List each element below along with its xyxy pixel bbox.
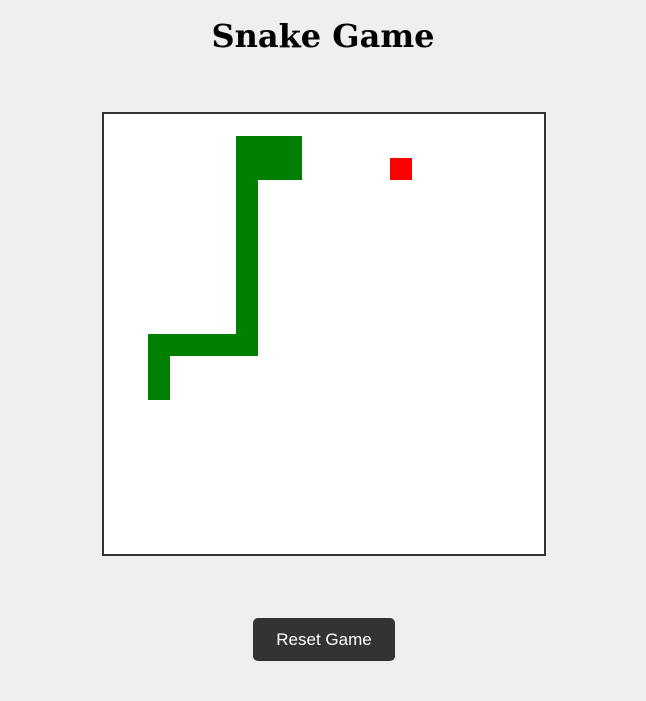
snake-segment bbox=[258, 136, 280, 158]
snake-segment bbox=[236, 180, 258, 202]
snake-segment bbox=[148, 334, 170, 356]
snake-segment bbox=[236, 334, 258, 356]
snake-segment bbox=[280, 136, 302, 158]
snake-segment bbox=[236, 312, 258, 334]
reset-game-button[interactable]: Reset Game bbox=[253, 618, 395, 661]
snake-segment bbox=[148, 356, 170, 378]
snake-segment bbox=[236, 202, 258, 224]
food-item bbox=[390, 158, 412, 180]
snake-segment bbox=[258, 158, 280, 180]
page: Snake Game Reset Game bbox=[0, 0, 646, 701]
snake-segment bbox=[148, 378, 170, 400]
snake-segment bbox=[236, 246, 258, 268]
snake-segment bbox=[236, 290, 258, 312]
snake-segment bbox=[236, 136, 258, 158]
snake-segment bbox=[214, 334, 236, 356]
snake-segment bbox=[192, 334, 214, 356]
snake-segment bbox=[236, 268, 258, 290]
snake-segment bbox=[236, 158, 258, 180]
snake-segment bbox=[236, 224, 258, 246]
page-title: Snake Game bbox=[211, 17, 435, 55]
game-board[interactable] bbox=[102, 112, 546, 556]
snake-segment bbox=[170, 334, 192, 356]
snake-segment bbox=[280, 158, 302, 180]
